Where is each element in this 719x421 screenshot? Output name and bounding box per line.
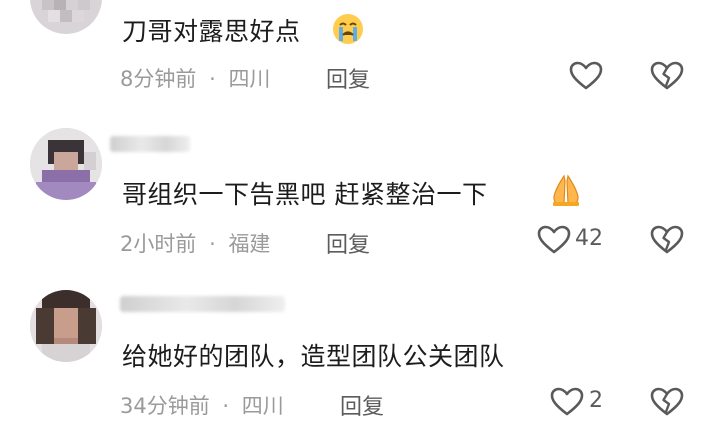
comment-text-content: 给她好的团队，造型团队公关团队 bbox=[122, 342, 505, 371]
like-count: 42 bbox=[575, 226, 603, 251]
comment-location: 福建 bbox=[228, 232, 271, 256]
comment-location: 四川 bbox=[241, 394, 284, 418]
dislike-broken-heart-icon[interactable] bbox=[650, 61, 684, 91]
like-heart-icon[interactable] bbox=[537, 225, 571, 255]
like-count: 2 bbox=[589, 388, 603, 413]
comment-time: 34分钟前 bbox=[120, 394, 210, 418]
comment-meta: 34分钟前 · 四川 bbox=[120, 390, 284, 420]
comment-time: 2小时前 bbox=[120, 232, 197, 256]
comment-text: 刀哥对露思好点 bbox=[122, 12, 301, 48]
like-heart-icon[interactable] bbox=[550, 387, 584, 417]
user-avatar[interactable] bbox=[30, 0, 102, 34]
reply-button[interactable]: 回复 bbox=[340, 389, 384, 421]
user-avatar[interactable] bbox=[30, 290, 102, 362]
dislike-broken-heart-icon[interactable] bbox=[650, 225, 684, 255]
comment-time: 8分钟前 bbox=[120, 67, 197, 91]
comment-text: 给她好的团队，造型团队公关团队 bbox=[122, 337, 505, 373]
meta-separator: · bbox=[209, 232, 216, 256]
like-heart-icon[interactable] bbox=[569, 61, 603, 91]
meta-separator: · bbox=[209, 67, 216, 91]
comment-meta: 2小时前 · 福建 bbox=[120, 228, 270, 258]
reply-button[interactable]: 回复 bbox=[326, 62, 370, 94]
comment-text-content: 哥组织一下告黑吧 赶紧整治一下 bbox=[122, 180, 488, 209]
comment-text-content: 刀哥对露思好点 bbox=[122, 17, 301, 46]
username-blurred[interactable] bbox=[110, 136, 190, 152]
comment-meta: 8分钟前 · 四川 bbox=[120, 63, 270, 93]
comment-text: 哥组织一下告黑吧 赶紧整治一下 bbox=[122, 175, 487, 211]
folded-hands-emoji bbox=[553, 174, 579, 206]
comment-location: 四川 bbox=[228, 67, 271, 91]
crying-face-emoji bbox=[333, 14, 363, 44]
reply-button[interactable]: 回复 bbox=[326, 227, 370, 259]
dislike-broken-heart-icon[interactable] bbox=[650, 387, 684, 417]
meta-separator: · bbox=[222, 394, 230, 418]
username-blurred[interactable] bbox=[120, 296, 285, 312]
user-avatar[interactable] bbox=[30, 128, 102, 200]
